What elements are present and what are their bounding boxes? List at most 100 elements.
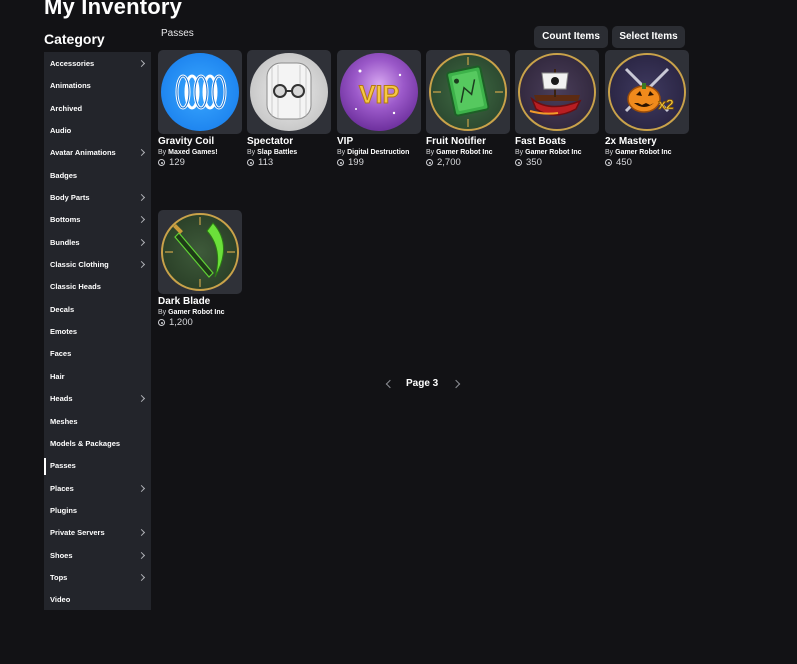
sidebar-item-classic-heads[interactable]: Classic Heads	[44, 276, 151, 298]
item-card-spectator[interactable]: Spectator By Slap Battles 113	[247, 50, 333, 168]
sidebar-item-places[interactable]: Places	[44, 478, 151, 500]
item-name[interactable]: Gravity Coil	[158, 136, 244, 147]
dark-blade-icon	[161, 213, 239, 291]
chevron-right-icon	[137, 238, 146, 246]
item-card-fruit-notifier[interactable]: Fruit Notifier By Gamer Robot Inc 2,700	[426, 50, 512, 168]
sidebar-item-label: Heads	[50, 394, 73, 404]
price-value: 113	[258, 157, 274, 168]
fruit-notifier-book-icon	[429, 53, 507, 131]
sidebar-item-emotes[interactable]: Emotes	[44, 321, 151, 343]
chevron-right-icon[interactable]	[451, 379, 461, 389]
svg-text:x2: x2	[658, 96, 674, 112]
item-name[interactable]: VIP	[337, 136, 423, 147]
sidebar-item-label: Bundles	[50, 237, 80, 247]
creator-name[interactable]: Gamer Robot Inc	[168, 309, 224, 316]
item-name[interactable]: Fast Boats	[515, 136, 601, 147]
sidebar-item-label: Meshes	[50, 416, 78, 426]
item-creator[interactable]: By Gamer Robot Inc	[515, 149, 601, 156]
sidebar-item-accessories[interactable]: Accessories	[44, 53, 151, 75]
item-thumbnail[interactable]	[426, 50, 510, 134]
by-prefix: By	[158, 309, 167, 316]
creator-name[interactable]: Gamer Robot Inc	[436, 149, 492, 156]
item-card-gravity-coil[interactable]: Gravity Coil By Maxed Games! 129	[158, 50, 244, 168]
pagination: Page 3	[384, 378, 464, 392]
item-name[interactable]: 2x Mastery	[605, 136, 691, 147]
creator-name[interactable]: Gamer Robot Inc	[525, 149, 581, 156]
spectator-mask-icon	[250, 53, 328, 131]
price-value: 350	[526, 157, 542, 168]
chevron-right-icon	[137, 216, 146, 224]
by-prefix: By	[515, 149, 524, 156]
chevron-left-icon[interactable]	[385, 379, 395, 389]
chevron-right-icon	[137, 261, 146, 269]
sidebar-item-label: Hair	[50, 371, 65, 381]
robux-icon	[337, 159, 344, 166]
sidebar-item-bottoms[interactable]: Bottoms	[44, 209, 151, 231]
sidebar-item-heads[interactable]: Heads	[44, 388, 151, 410]
sidebar-item-archived[interactable]: Archived	[44, 98, 151, 120]
sidebar-item-bundles[interactable]: Bundles	[44, 232, 151, 254]
sidebar-item-shoes[interactable]: Shoes	[44, 545, 151, 567]
sidebar-item-video[interactable]: Video	[44, 589, 151, 611]
sidebar-item-label: Body Parts	[50, 193, 90, 203]
sidebar-item-faces[interactable]: Faces	[44, 343, 151, 365]
by-prefix: By	[426, 149, 435, 156]
item-thumbnail[interactable]	[247, 50, 331, 134]
creator-name[interactable]: Digital Destruction	[347, 149, 409, 156]
creator-name[interactable]: Slap Battles	[257, 149, 297, 156]
by-prefix: By	[247, 149, 256, 156]
sidebar-item-classic-clothing[interactable]: Classic Clothing	[44, 254, 151, 276]
sidebar-item-passes[interactable]: Passes	[44, 455, 151, 477]
sidebar-item-animations[interactable]: Animations	[44, 75, 151, 97]
item-thumbnail[interactable]	[158, 210, 242, 294]
item-creator[interactable]: By Gamer Robot Inc	[158, 309, 244, 316]
sidebar-item-models-packages[interactable]: Models & Packages	[44, 433, 151, 455]
robux-icon	[247, 159, 254, 166]
sidebar-item-body-parts[interactable]: Body Parts	[44, 187, 151, 209]
sidebar-item-tops[interactable]: Tops	[44, 567, 151, 589]
item-creator[interactable]: By Gamer Robot Inc	[426, 149, 512, 156]
item-thumbnail[interactable]: VIP	[337, 50, 421, 134]
sidebar-item-decals[interactable]: Decals	[44, 299, 151, 321]
sidebar-item-plugins[interactable]: Plugins	[44, 500, 151, 522]
sidebar-item-avatar-animations[interactable]: Avatar Animations	[44, 142, 151, 164]
category-sidebar: Accessories Animations Archived Audio Avatar…	[44, 52, 151, 610]
item-card-vip[interactable]: VIP VIP By Digital Destruction 199	[337, 50, 423, 168]
chevron-right-icon	[137, 484, 146, 492]
item-thumbnail[interactable]	[515, 50, 599, 134]
item-name[interactable]: Spectator	[247, 136, 333, 147]
sidebar-item-meshes[interactable]: Meshes	[44, 411, 151, 433]
sidebar-item-label: Faces	[50, 349, 72, 359]
page-title: My Inventory	[44, 0, 183, 19]
chevron-right-icon	[137, 529, 146, 537]
chevron-right-icon	[137, 395, 146, 403]
item-creator[interactable]: By Maxed Games!	[158, 149, 244, 156]
item-creator[interactable]: By Digital Destruction	[337, 149, 423, 156]
item-thumbnail[interactable]	[158, 50, 242, 134]
sidebar-item-label: Archived	[50, 103, 83, 113]
item-card-fast-boats[interactable]: Fast Boats By Gamer Robot Inc 350	[515, 50, 601, 168]
item-thumbnail[interactable]: x2	[605, 50, 689, 134]
creator-name[interactable]: Gamer Robot Inc	[615, 149, 671, 156]
sidebar-item-hair[interactable]: Hair	[44, 366, 151, 388]
sidebar-item-private-servers[interactable]: Private Servers	[44, 522, 151, 544]
item-creator[interactable]: By Gamer Robot Inc	[605, 149, 691, 156]
creator-name[interactable]: Maxed Games!	[168, 149, 217, 156]
item-creator[interactable]: By Slap Battles	[247, 149, 333, 156]
sidebar-item-label: Places	[50, 483, 74, 493]
robux-icon	[158, 159, 165, 166]
chevron-right-icon	[137, 149, 146, 157]
count-items-button[interactable]: Count Items	[534, 26, 608, 48]
sidebar-item-audio[interactable]: Audio	[44, 120, 151, 142]
item-card-2x-mastery[interactable]: x2 2x Mastery By Gamer Robot Inc 450	[605, 50, 691, 168]
price-value: 2,700	[437, 157, 461, 168]
price-value: 129	[169, 157, 185, 168]
item-name[interactable]: Fruit Notifier	[426, 136, 512, 147]
item-price: 199	[337, 157, 423, 168]
select-items-button[interactable]: Select Items	[612, 26, 685, 48]
item-name[interactable]: Dark Blade	[158, 296, 244, 307]
by-prefix: By	[158, 149, 167, 156]
page-indicator: Page 3	[406, 378, 439, 389]
sidebar-item-badges[interactable]: Badges	[44, 165, 151, 187]
item-card-dark-blade[interactable]: Dark Blade By Gamer Robot Inc 1,200	[158, 210, 244, 328]
